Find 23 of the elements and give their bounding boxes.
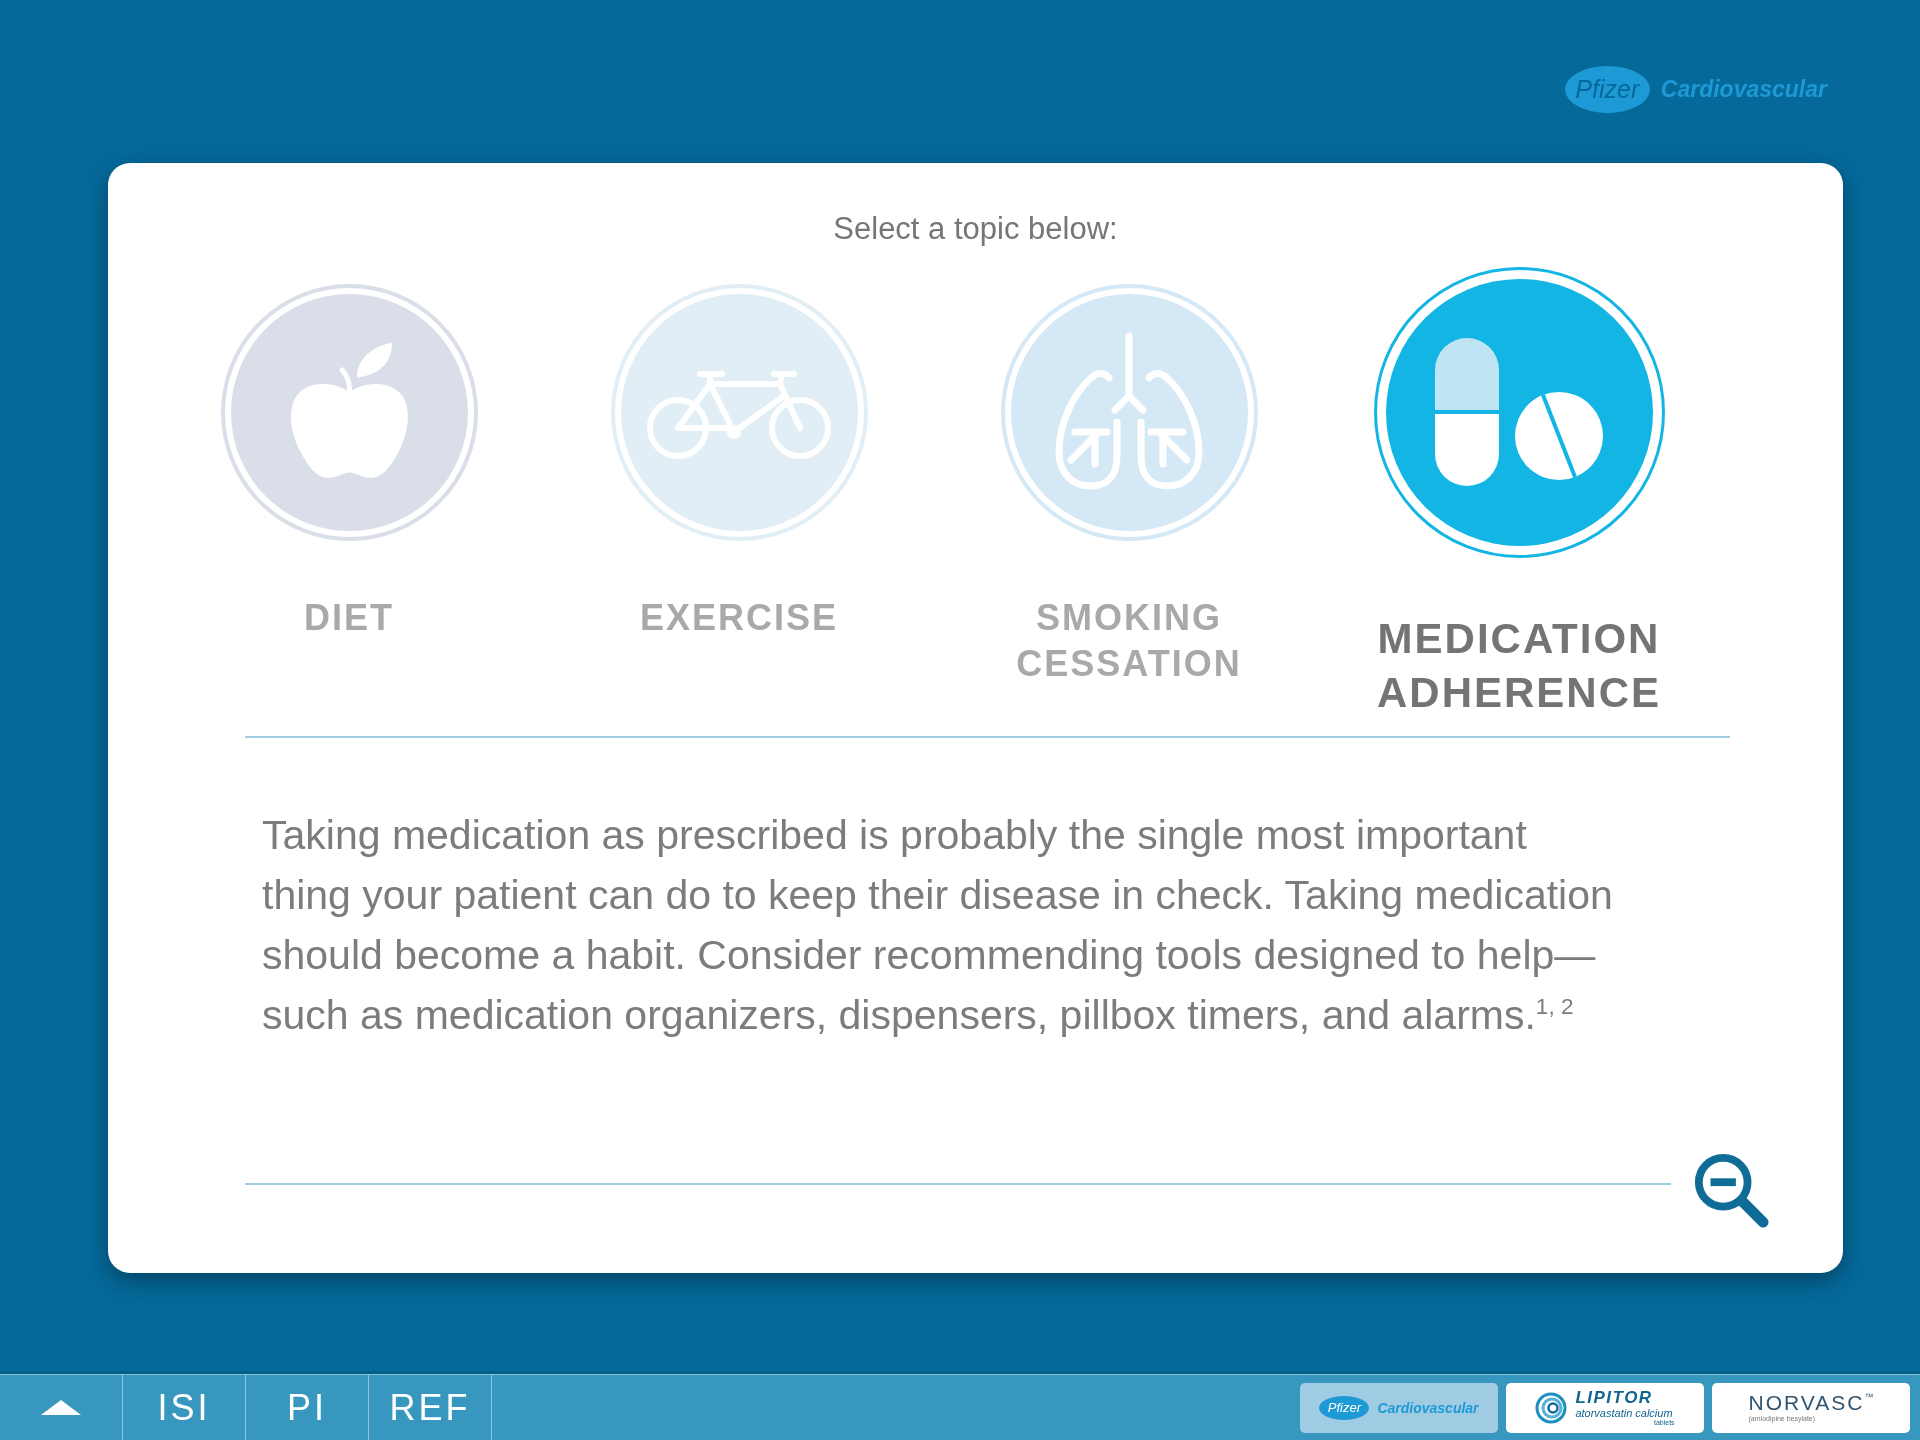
topic-label[interactable]: DIET: [304, 595, 394, 641]
nav-button[interactable]: PI: [246, 1375, 369, 1440]
up-triangle-icon: [41, 1400, 81, 1415]
logo-text: LIPITOR: [1575, 1388, 1654, 1407]
logo-text: Cardiovascular: [1660, 76, 1827, 103]
rings-icon: [1535, 1391, 1568, 1424]
prompt-text: Select a topic below:: [833, 211, 1118, 247]
body-text: Taking medication as prescribed is probably the single most important thing your patient can do to keep their disease in check. Taking medication should become a habit. Consider recommending tools designed to help—such as medication organizers, dispensers, pillbox timers, and alarms.$^{1, 2}$: [262, 811, 1614, 1040]
topic-label[interactable]: MEDICATION ADHERENCE: [1377, 612, 1661, 720]
topic-label[interactable]: EXERCISE: [639, 595, 839, 641]
logo-text: Cardiovascular: [1377, 1399, 1479, 1416]
nav-button[interactable]: ISI: [123, 1375, 246, 1440]
zoom-out-icon: [1692, 1151, 1770, 1229]
logo-subtitle: atorvastatin calcium: [1575, 1406, 1674, 1419]
brand-link[interactable]: Pfizer Cardiovascular: [1300, 1382, 1498, 1433]
nav-button[interactable]: REF: [369, 1375, 492, 1440]
zoom-out-button[interactable]: [1692, 1151, 1770, 1229]
logo-mark: Pfizer: [1319, 1395, 1370, 1420]
trademark-sign: ™: [1864, 1392, 1874, 1402]
pills-icon: [1435, 338, 1603, 486]
logo-mark: Pfizer: [1564, 66, 1650, 113]
logo-text: NORVASC: [1748, 1392, 1865, 1414]
topic-label[interactable]: SMOKING CESSATION: [1016, 595, 1242, 687]
